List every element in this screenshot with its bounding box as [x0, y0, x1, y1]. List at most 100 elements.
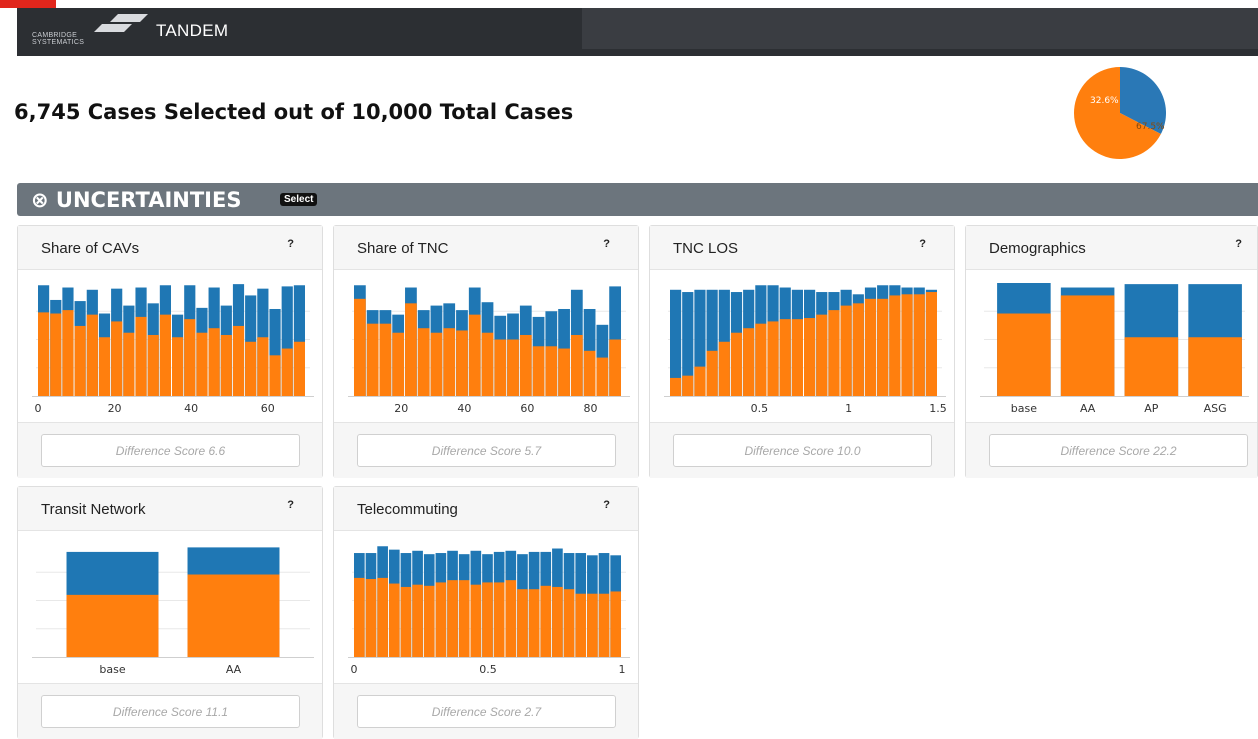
- bar-selected-base[interactable]: [997, 313, 1051, 396]
- bar-selected-base[interactable]: [66, 594, 159, 657]
- histogram-bar-selected[interactable]: [730, 332, 743, 396]
- histogram-bar-selected[interactable]: [470, 584, 482, 657]
- histogram-bar-selected[interactable]: [517, 589, 528, 657]
- histogram-bar-selected[interactable]: [400, 586, 412, 657]
- histogram-bar-selected[interactable]: [62, 310, 74, 396]
- histogram-bar-selected[interactable]: [354, 577, 365, 657]
- histogram-bar-selected[interactable]: [135, 316, 147, 396]
- histogram-bar-selected[interactable]: [494, 339, 507, 397]
- histogram-bar-selected[interactable]: [123, 332, 135, 396]
- brand[interactable]: CAMBRIDGE SYSTEMATICS TANDEM: [32, 14, 262, 50]
- histogram-bar-selected[interactable]: [365, 579, 377, 657]
- histogram-bar-selected[interactable]: [388, 583, 400, 657]
- histogram-bar-selected[interactable]: [430, 332, 443, 396]
- histogram-bar-selected[interactable]: [840, 305, 852, 396]
- histogram-bar-selected[interactable]: [743, 328, 755, 396]
- histogram-bar-selected[interactable]: [532, 346, 545, 396]
- select-button[interactable]: Select: [280, 193, 318, 206]
- histogram-bar-selected[interactable]: [528, 589, 540, 657]
- histogram-bar-selected[interactable]: [575, 593, 587, 657]
- histogram-bar-selected[interactable]: [563, 589, 575, 657]
- histogram-bar-selected[interactable]: [423, 585, 435, 657]
- histogram-bar-selected[interactable]: [293, 341, 305, 396]
- histogram-bar-selected[interactable]: [468, 314, 481, 396]
- histogram-bar-selected[interactable]: [366, 323, 379, 396]
- histogram-bar-selected[interactable]: [172, 337, 184, 396]
- histogram-bar-selected[interactable]: [245, 341, 257, 396]
- histogram-bar-selected[interactable]: [507, 339, 519, 397]
- help-icon[interactable]: ?: [287, 499, 294, 511]
- histogram-bar-selected[interactable]: [443, 328, 456, 396]
- histogram-bar-selected[interactable]: [435, 582, 447, 657]
- histogram-bar-selected[interactable]: [86, 314, 98, 396]
- bar-selected-AA[interactable]: [187, 574, 280, 657]
- histogram-bar-selected[interactable]: [804, 318, 816, 396]
- histogram-bar-selected[interactable]: [670, 377, 682, 396]
- help-icon[interactable]: ?: [603, 499, 610, 511]
- histogram-bar-selected[interactable]: [925, 292, 937, 396]
- histogram-bar-selected[interactable]: [458, 580, 470, 657]
- histogram-bar-selected[interactable]: [74, 325, 86, 396]
- help-icon[interactable]: ?: [287, 238, 294, 250]
- histogram-bar-selected[interactable]: [412, 584, 423, 657]
- histogram-bar-selected[interactable]: [208, 328, 220, 396]
- histogram-bar-selected[interactable]: [505, 580, 517, 657]
- histogram-bar-selected[interactable]: [718, 341, 730, 396]
- help-icon[interactable]: ?: [1235, 238, 1242, 250]
- histogram-bar-selected[interactable]: [552, 586, 563, 657]
- histogram-bar-selected[interactable]: [816, 314, 828, 396]
- histogram-bar-selected[interactable]: [482, 582, 493, 657]
- histogram-bar-selected[interactable]: [281, 348, 293, 396]
- histogram-bar-selected[interactable]: [354, 298, 366, 396]
- bar-selected-ASG[interactable]: [1188, 337, 1242, 396]
- histogram-bar-selected[interactable]: [828, 310, 840, 396]
- histogram-bar-selected[interactable]: [587, 593, 598, 657]
- histogram-bar-selected[interactable]: [694, 366, 706, 396]
- histogram-bar-selected[interactable]: [417, 328, 430, 396]
- histogram-bar-selected[interactable]: [682, 375, 694, 396]
- histogram-bar-selected[interactable]: [779, 319, 791, 396]
- uncertainties-header[interactable]: ⊗ UNCERTAINTIES Select: [17, 183, 1258, 216]
- histogram-bar-selected[interactable]: [540, 585, 552, 657]
- histogram-bar-selected[interactable]: [159, 314, 171, 396]
- histogram-bar-selected[interactable]: [791, 319, 803, 396]
- help-icon[interactable]: ?: [603, 238, 610, 250]
- histogram-bar-selected[interactable]: [257, 337, 269, 396]
- histogram-bar-selected[interactable]: [545, 346, 558, 396]
- histogram-bar-selected[interactable]: [269, 355, 281, 396]
- bar-selected-AP[interactable]: [1124, 337, 1179, 396]
- uncertainties-title[interactable]: ⊗ UNCERTAINTIES: [31, 188, 241, 212]
- histogram-bar-selected[interactable]: [706, 350, 718, 396]
- bar-selected-AA[interactable]: [1060, 295, 1115, 396]
- histogram-bar-selected[interactable]: [220, 334, 232, 396]
- histogram-bar-selected[interactable]: [405, 303, 417, 396]
- histogram-bar-selected[interactable]: [913, 294, 925, 396]
- histogram-bar-selected[interactable]: [184, 319, 196, 396]
- histogram-bar-selected[interactable]: [877, 298, 889, 396]
- histogram-bar-selected[interactable]: [196, 332, 208, 396]
- histogram-bar-selected[interactable]: [852, 303, 864, 396]
- histogram-bar-selected[interactable]: [447, 580, 458, 657]
- histogram-bar-selected[interactable]: [38, 312, 50, 396]
- histogram-bar-selected[interactable]: [392, 332, 405, 396]
- histogram-bar-selected[interactable]: [98, 337, 111, 396]
- histogram-bar-selected[interactable]: [111, 321, 123, 396]
- histogram-bar-selected[interactable]: [864, 298, 877, 396]
- help-icon[interactable]: ?: [919, 238, 926, 250]
- histogram-bar-selected[interactable]: [519, 334, 532, 396]
- histogram-bar-selected[interactable]: [456, 330, 468, 396]
- histogram-bar-selected[interactable]: [767, 321, 779, 396]
- histogram-bar-selected[interactable]: [232, 325, 245, 396]
- histogram-bar-selected[interactable]: [377, 577, 388, 657]
- histogram-bar-selected[interactable]: [755, 323, 767, 396]
- histogram-bar-selected[interactable]: [570, 334, 583, 396]
- histogram-bar-selected[interactable]: [583, 350, 596, 396]
- histogram-bar-selected[interactable]: [558, 348, 570, 396]
- histogram-bar-selected[interactable]: [609, 339, 621, 397]
- histogram-bar-selected[interactable]: [379, 323, 392, 396]
- histogram-bar-selected[interactable]: [596, 357, 609, 396]
- histogram-bar-selected[interactable]: [901, 294, 913, 396]
- histogram-bar-selected[interactable]: [481, 332, 494, 396]
- histogram-bar-selected[interactable]: [147, 334, 159, 396]
- histogram-bar-selected[interactable]: [610, 591, 621, 657]
